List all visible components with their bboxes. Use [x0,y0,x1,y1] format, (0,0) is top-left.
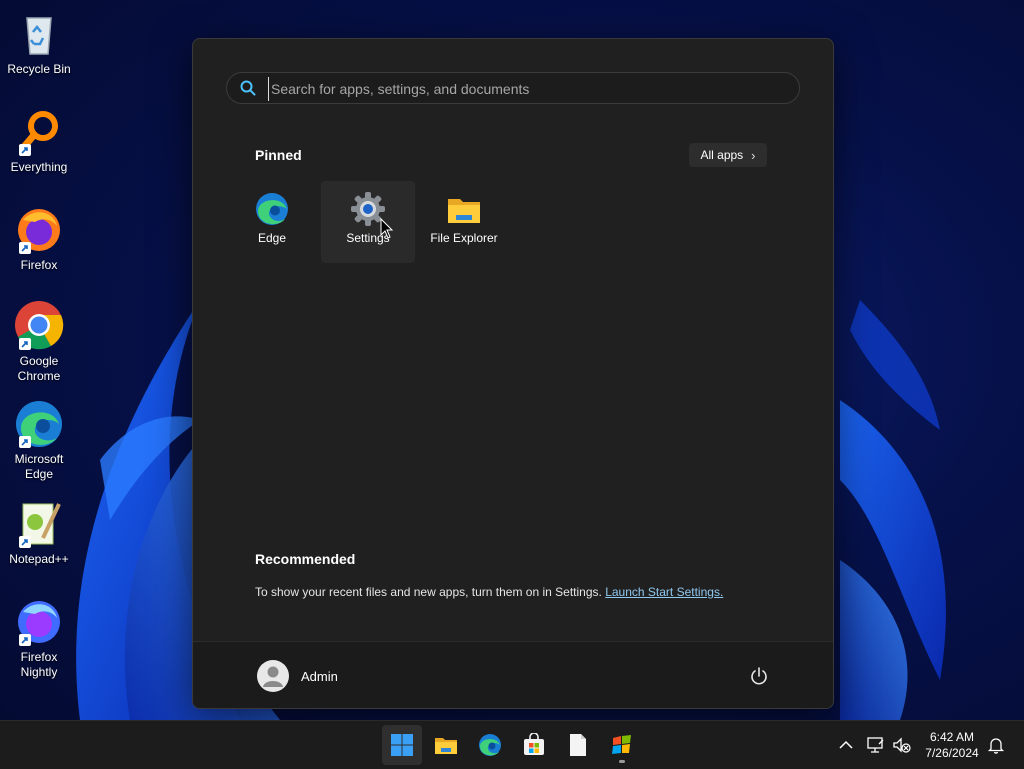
desktop-icon-label: Recycle Bin [7,62,71,76]
pinned-app-label: Edge [257,231,287,245]
search-input[interactable] [268,77,773,101]
network-icon[interactable] [866,735,886,755]
all-apps-button[interactable]: All apps › [689,143,767,167]
notepad-icon [570,734,586,756]
recycle-bin-icon [13,8,65,60]
mouse-cursor-icon [380,218,394,239]
file-explorer-icon [435,738,457,754]
start-icon [391,734,413,756]
user-name[interactable]: Admin [301,669,338,684]
desktop-icon-recycle-bin[interactable]: Recycle Bin [4,8,74,77]
shortcut-arrow-icon [19,144,31,156]
firefox-nightly-icon [13,596,65,648]
start-footer: Admin [193,641,833,708]
launch-start-settings-link[interactable]: Launch Start Settings. [605,585,723,599]
volume-muted-icon[interactable] [892,735,912,755]
store-icon [524,733,544,755]
power-icon[interactable] [749,666,769,686]
desktop-icon-label: Firefox Nightly [20,650,58,679]
all-apps-label: All apps [700,148,744,162]
shortcut-arrow-icon [19,436,31,448]
clock-date: 7/26/2024 [925,746,979,760]
shortcut-arrow-icon [19,634,31,646]
desktop-icon-google-chrome[interactable]: Google Chrome [4,300,74,384]
notification-bell-icon[interactable] [986,735,1006,755]
desktop-icon-everything[interactable]: Everything [4,106,74,175]
pinned-app-label: Settings [346,231,390,245]
recommended-heading: Recommended [255,551,356,567]
pinned-app-settings[interactable]: Settings [321,181,415,263]
taskbar-file-explorer[interactable] [426,725,466,765]
taskbar: 6:42 AM 7/26/2024 [0,720,1024,769]
desktop-icon-label: Google Chrome [17,354,61,383]
avatar[interactable] [257,660,289,692]
clock-time: 6:42 AM [929,730,975,744]
winrar-icon [612,735,631,754]
desktop-icon-label: Firefox [20,258,58,272]
pinned-app-label: File Explorer [430,231,498,245]
desktop-icon-label: Notepad++ [9,552,69,566]
firefox-icon [13,204,65,256]
clock[interactable]: 6:42 AM 7/26/2024 [912,729,992,761]
desktop-icon-notepadpp[interactable]: Notepad++ [4,498,74,567]
taskbar-edge[interactable] [470,725,510,765]
edge-icon [479,734,501,756]
desktop-icon-label: Everything [10,160,68,174]
desktop-icon-label: Microsoft Edge [14,452,64,481]
chrome-icon [13,300,65,352]
edge-icon [13,398,65,450]
start-button[interactable] [382,725,422,765]
pinned-app-edge[interactable]: Edge [225,181,319,263]
desktop-icon-firefox[interactable]: Firefox [4,204,74,273]
taskbar-store[interactable] [514,725,554,765]
shortcut-arrow-icon [19,338,31,350]
notepadpp-icon [13,498,65,550]
desktop-icon-microsoft-edge[interactable]: Microsoft Edge [4,398,74,482]
pinned-heading: Pinned [255,147,302,163]
edge-icon [254,191,290,227]
running-indicator [619,760,625,763]
recommended-text: To show your recent files and new apps, … [255,585,602,599]
shortcut-arrow-icon [19,536,31,548]
folder-icon [446,191,482,227]
pinned-app-file-explorer[interactable]: File Explorer [417,181,511,263]
desktop-icon-firefox-nightly[interactable]: Firefox Nightly [4,596,74,680]
search-icon [240,80,256,96]
start-menu: Pinned All apps › Edge Settings [192,38,834,709]
search-box[interactable] [226,72,800,104]
taskbar-winrar[interactable] [602,725,642,765]
chevron-right-icon: › [751,147,756,163]
chevron-up-icon[interactable] [836,735,856,755]
shortcut-arrow-icon [19,242,31,254]
everything-icon [13,106,65,158]
taskbar-notepad[interactable] [558,725,598,765]
recommended-message: To show your recent files and new apps, … [255,585,723,599]
